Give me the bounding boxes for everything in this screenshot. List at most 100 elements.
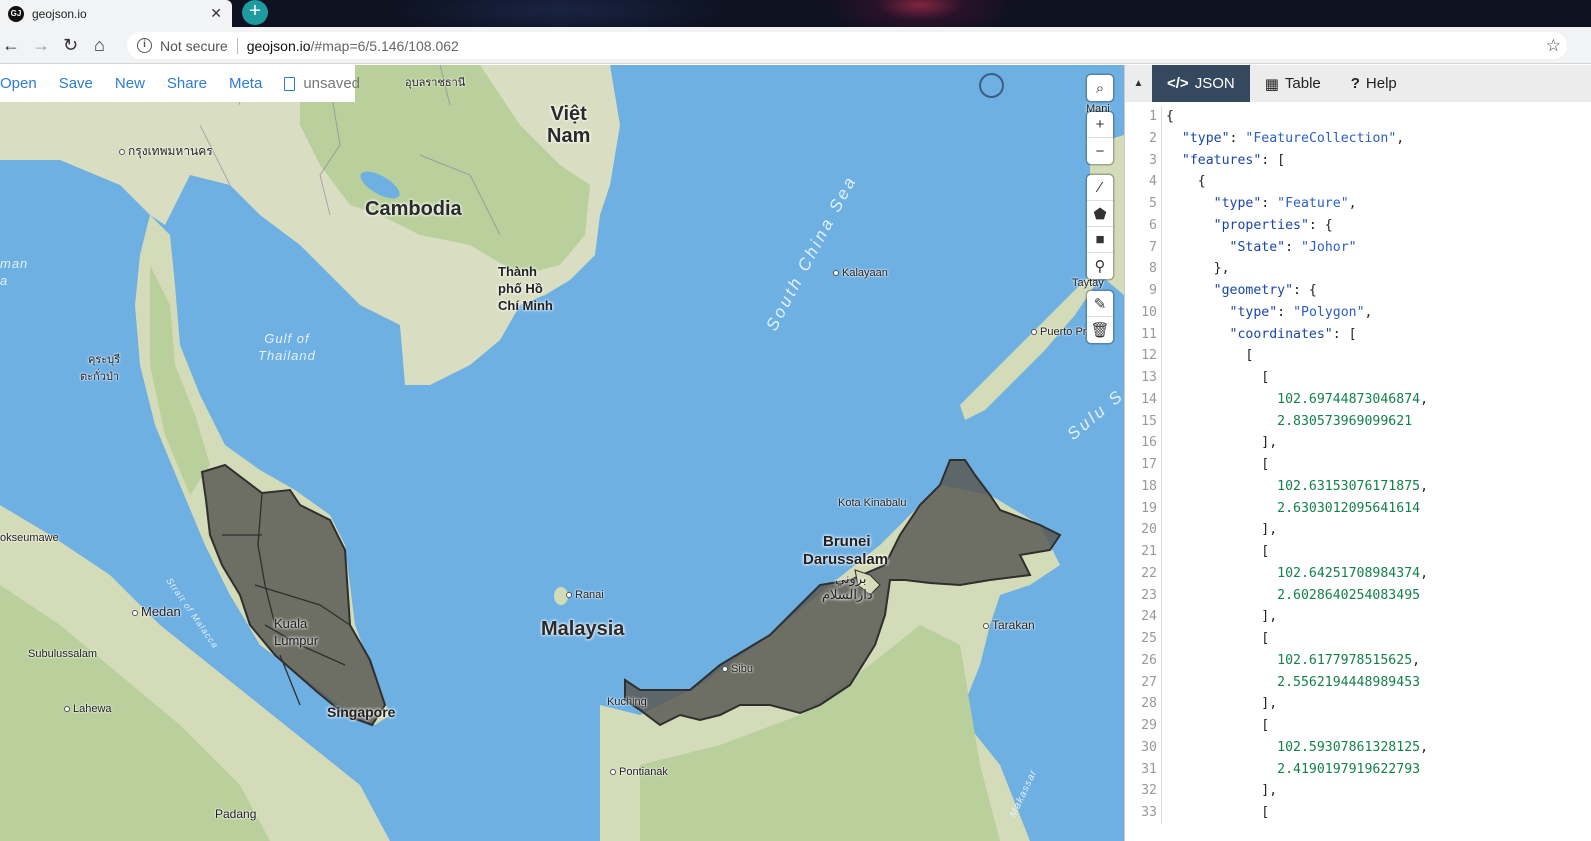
label-brunei-2: Darussalam — [803, 551, 889, 568]
code-line[interactable]: 25 [ — [1125, 628, 1591, 650]
url-field[interactable]: i Not secure geojson.io /#map=6/5.146/10… — [127, 32, 1567, 59]
line-number: 3 — [1125, 149, 1162, 172]
code-line[interactable]: 23 2.6028640254083495 — [1125, 584, 1591, 607]
line-text: [ — [1166, 631, 1270, 646]
code-icon: </> — [1167, 75, 1189, 92]
label-malaysia: Malaysia — [541, 618, 625, 640]
new-menu[interactable]: New — [115, 75, 145, 92]
code-line[interactable]: 9 "geometry": { — [1125, 280, 1591, 302]
code-line[interactable]: 8 }, — [1125, 258, 1591, 280]
line-text: 102.64251708984374, — [1277, 565, 1429, 581]
rectangle-icon[interactable]: ■ — [1087, 227, 1113, 253]
code-line[interactable]: 26 102.6177978515625, — [1125, 649, 1591, 672]
code-line[interactable]: 29 [ — [1125, 715, 1591, 737]
line-number: 10 — [1125, 301, 1162, 324]
tab-table[interactable]: ▦ Table — [1250, 65, 1336, 102]
code-line[interactable]: 21 [ — [1125, 541, 1591, 563]
label-sibu: Sibu — [722, 663, 753, 675]
forward-icon[interactable]: → — [32, 35, 50, 55]
line-number: 29 — [1125, 715, 1162, 737]
code-line[interactable]: 3 "features": [ — [1125, 149, 1591, 172]
label-gulf-of-thailand: Gulf of Thailand — [258, 331, 316, 363]
code-line[interactable]: 24 ], — [1125, 606, 1591, 628]
map-canvas[interactable]: Việt Nam Cambodia Malaysia Brunei Darussa… — [0, 65, 1124, 841]
label-kuching: Kuching — [607, 696, 647, 708]
new-tab-button[interactable]: + — [242, 0, 268, 25]
search-icon[interactable]: ⌕ — [1087, 75, 1113, 101]
code-line[interactable]: 32 ], — [1125, 780, 1591, 802]
close-tab-icon[interactable]: ✕ — [210, 5, 222, 22]
code-line[interactable]: 15 2.830573969099621 — [1125, 410, 1591, 433]
line-number: 15 — [1125, 410, 1162, 433]
json-editor[interactable]: 1{2 "type": "FeatureCollection", 3 "featu… — [1125, 106, 1591, 841]
label-hcmc: Thành phố Hồ Chí Minh — [498, 264, 553, 313]
code-line[interactable]: 19 2.6303012095641614 — [1125, 497, 1591, 520]
label-bangkok: กรุงเทพมหานคร — [119, 142, 213, 161]
line-text: [ — [1166, 457, 1270, 472]
edit-icon[interactable]: ✎ — [1087, 291, 1113, 317]
line-text: ], — [1166, 696, 1278, 712]
back-icon[interactable]: ← — [2, 35, 20, 55]
line-text: "geometry": { — [1213, 283, 1317, 298]
info-icon[interactable]: i — [137, 38, 152, 53]
code-line[interactable]: 20 ], — [1125, 519, 1591, 541]
code-line[interactable]: 10 "type": "Polygon", — [1125, 301, 1591, 324]
code-line[interactable]: 11 "coordinates": [ — [1125, 323, 1591, 346]
trash-icon[interactable]: 🗑 — [1087, 317, 1113, 343]
bookmark-star-icon[interactable]: ☆ — [1546, 36, 1561, 56]
code-line[interactable]: 28 ], — [1125, 693, 1591, 715]
line-text: 2.4190197919622793 — [1277, 761, 1421, 777]
label-medan: Medan — [132, 604, 181, 619]
reload-icon[interactable]: ↻ — [63, 35, 78, 55]
code-line[interactable]: 4 { — [1125, 171, 1591, 193]
line-number: 11 — [1125, 323, 1162, 346]
line-number: 1 — [1125, 106, 1162, 128]
circle-marker[interactable] — [979, 73, 1004, 98]
code-line[interactable]: 14 102.69744873046874, — [1125, 388, 1591, 411]
edit-toolbar: ✎ 🗑 — [1087, 291, 1113, 343]
line-text: }, — [1166, 261, 1230, 277]
label-brunei-ar-1: بروني — [835, 571, 867, 586]
line-text: "type": "Feature", — [1213, 196, 1357, 211]
save-menu[interactable]: Save — [59, 75, 93, 92]
code-line[interactable]: 6 "properties": { — [1125, 214, 1591, 237]
meta-menu[interactable]: Meta — [229, 75, 262, 92]
code-line[interactable]: 27 2.5562194448989453 — [1125, 671, 1591, 694]
code-line[interactable]: 12 [ — [1125, 345, 1591, 367]
zoom-in-button[interactable]: + — [1087, 112, 1113, 138]
code-line[interactable]: 13 [ — [1125, 367, 1591, 389]
open-menu[interactable]: Open — [0, 75, 37, 92]
label-singapore: Singapore — [327, 704, 396, 720]
tab-help[interactable]: ? Help — [1336, 65, 1412, 102]
code-line[interactable]: 31 2.4190197919622793 — [1125, 758, 1591, 781]
code-line[interactable]: 17 [ — [1125, 454, 1591, 476]
code-line[interactable]: 22 102.64251708984374, — [1125, 562, 1591, 585]
address-bar: ← → ↻ ⌂ i Not secure geojson.io /#map=6/… — [0, 27, 1591, 64]
label-kuala-lumpur: Kuala Lumpur — [274, 616, 319, 648]
code-line[interactable]: 30 102.59307861328125, — [1125, 736, 1591, 759]
wallpaper-glow — [380, 0, 740, 27]
polygon-icon[interactable]: ⬟ — [1087, 201, 1113, 227]
wallpaper-nebula — [820, 0, 1020, 27]
code-line[interactable]: 33 [ — [1125, 802, 1591, 824]
collapse-panel-icon[interactable]: ▲ — [1125, 65, 1152, 102]
code-line[interactable]: 18 102.63153076171875, — [1125, 475, 1591, 498]
home-icon[interactable]: ⌂ — [94, 35, 105, 55]
share-menu[interactable]: Share — [167, 75, 207, 92]
code-line[interactable]: 5 "type": "Feature", — [1125, 193, 1591, 215]
marker-icon[interactable]: ⚲ — [1087, 253, 1113, 279]
tab-json[interactable]: </> JSON — [1152, 65, 1250, 102]
line-number: 30 — [1125, 736, 1162, 759]
code-line[interactable]: 1{ — [1125, 106, 1591, 128]
line-text: 102.6177978515625, — [1277, 652, 1421, 668]
label-tarakan: Tarakan — [983, 618, 1035, 632]
tab-json-label: JSON — [1194, 75, 1235, 92]
line-text: 2.6303012095641614 — [1277, 500, 1421, 516]
code-line[interactable]: 7 "State": "Johor" — [1125, 236, 1591, 259]
line-icon[interactable]: ⁄ — [1087, 175, 1113, 201]
zoom-out-button[interactable]: − — [1087, 138, 1113, 164]
code-line[interactable]: 16 ], — [1125, 432, 1591, 454]
browser-tab[interactable]: GJ geojson.io ✕ — [0, 0, 232, 27]
code-line[interactable]: 2 "type": "FeatureCollection", — [1125, 127, 1591, 150]
line-number: 4 — [1125, 171, 1162, 193]
